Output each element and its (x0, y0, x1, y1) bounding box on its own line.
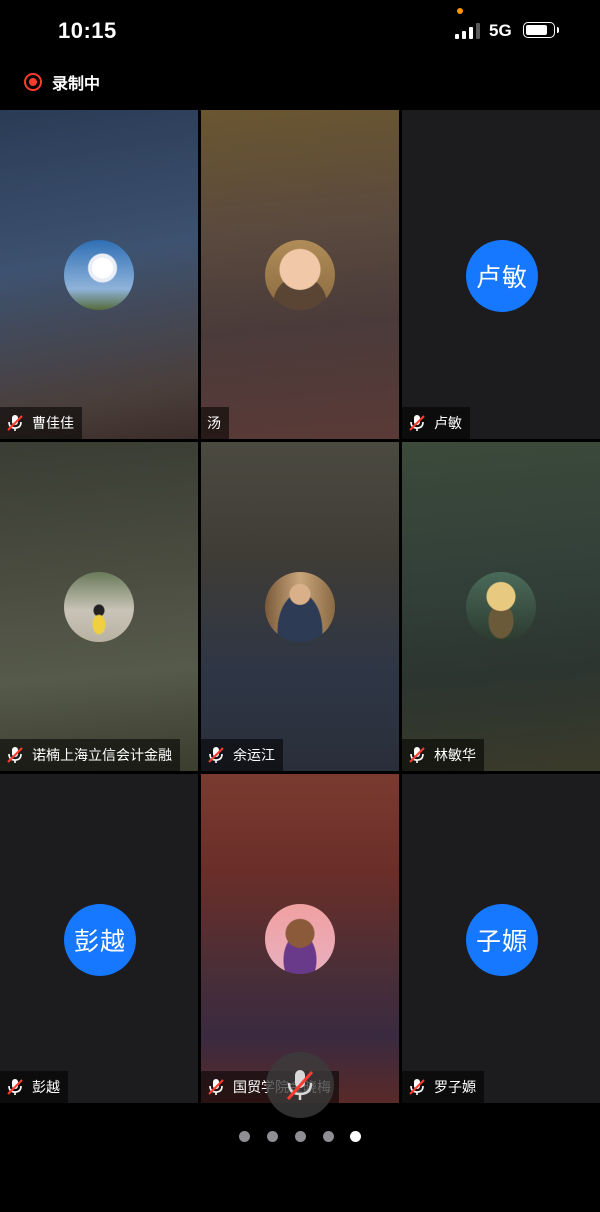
participant-name: 卢敏 (434, 415, 462, 431)
status-bar: 10:15 5G (0, 0, 600, 60)
cellular-signal-icon (455, 23, 480, 39)
page-dot[interactable] (295, 1131, 306, 1142)
man-reading-avatar (265, 572, 335, 642)
mic-muted-icon (208, 1079, 224, 1095)
participant-tile[interactable]: 曹佳佳 (0, 110, 198, 439)
mic-muted-icon (286, 1070, 314, 1100)
mic-muted-icon (208, 747, 224, 763)
page-dot[interactable] (267, 1131, 278, 1142)
participant-name: 余运江 (233, 747, 275, 763)
cartoon-boy-avatar (265, 240, 335, 310)
recording-label: 录制中 (52, 76, 101, 93)
participant-name: 曹佳佳 (32, 415, 74, 431)
participant-name-tag: 罗子嫄 (402, 1071, 484, 1103)
initials-avatar: 彭越 (64, 904, 136, 976)
participant-tile[interactable]: 林敏华 (402, 442, 600, 771)
mic-muted-icon (409, 415, 425, 431)
participant-name: 罗子嫄 (434, 1079, 476, 1095)
recording-indicator[interactable]: 录制中 (24, 70, 100, 94)
recording-dot-icon (24, 73, 42, 91)
lotus-photo-avatar (64, 240, 134, 310)
page-dot[interactable] (323, 1131, 334, 1142)
initials-avatar: 卢敏 (466, 240, 538, 312)
participant-name: 诺楠上海立信会计金融 (32, 747, 172, 763)
floating-mic-button[interactable] (266, 1052, 334, 1118)
participant-name-tag: 彭越 (0, 1071, 68, 1103)
participant-name-tag: 林敏华 (402, 739, 484, 771)
participant-tile[interactable]: 汤 (201, 110, 399, 439)
participant-tile[interactable]: 卢敏 卢敏 (402, 110, 600, 439)
participant-name: 彭越 (32, 1079, 60, 1095)
mic-muted-icon (7, 747, 23, 763)
mic-muted-icon (409, 747, 425, 763)
participant-name-tag: 曹佳佳 (0, 407, 82, 439)
battery-tip (557, 27, 559, 33)
girl-photo-avatar (64, 572, 134, 642)
participant-name-tag: 余运江 (201, 739, 283, 771)
network-type: 5G (489, 21, 512, 40)
clock: 10:15 (58, 18, 117, 43)
participant-name-tag: 汤 (201, 407, 229, 439)
page-dot-active[interactable] (350, 1131, 361, 1142)
participant-tile[interactable]: 余运江 (201, 442, 399, 771)
participant-tile[interactable]: 诺楠上海立信会计金融 (0, 442, 198, 771)
mic-muted-icon (409, 1079, 425, 1095)
participant-name: 汤 (207, 415, 221, 431)
privacy-indicator-dot (457, 8, 463, 14)
page-dot[interactable] (239, 1131, 250, 1142)
initials-avatar: 子嫄 (466, 904, 538, 976)
battery-icon (523, 22, 555, 38)
participant-name-tag: 卢敏 (402, 407, 470, 439)
mic-muted-icon (7, 415, 23, 431)
flower-pot-avatar (466, 572, 536, 642)
participant-name-tag: 诺楠上海立信会计金融 (0, 739, 180, 771)
participant-tile[interactable]: 彭越 彭越 (0, 774, 198, 1103)
participant-tile[interactable]: 子嫄 罗子嫄 (402, 774, 600, 1103)
mic-muted-icon (7, 1079, 23, 1095)
cartoon-character-avatar (265, 904, 335, 974)
participant-name: 林敏华 (434, 747, 476, 763)
page-indicator[interactable] (0, 1131, 600, 1143)
